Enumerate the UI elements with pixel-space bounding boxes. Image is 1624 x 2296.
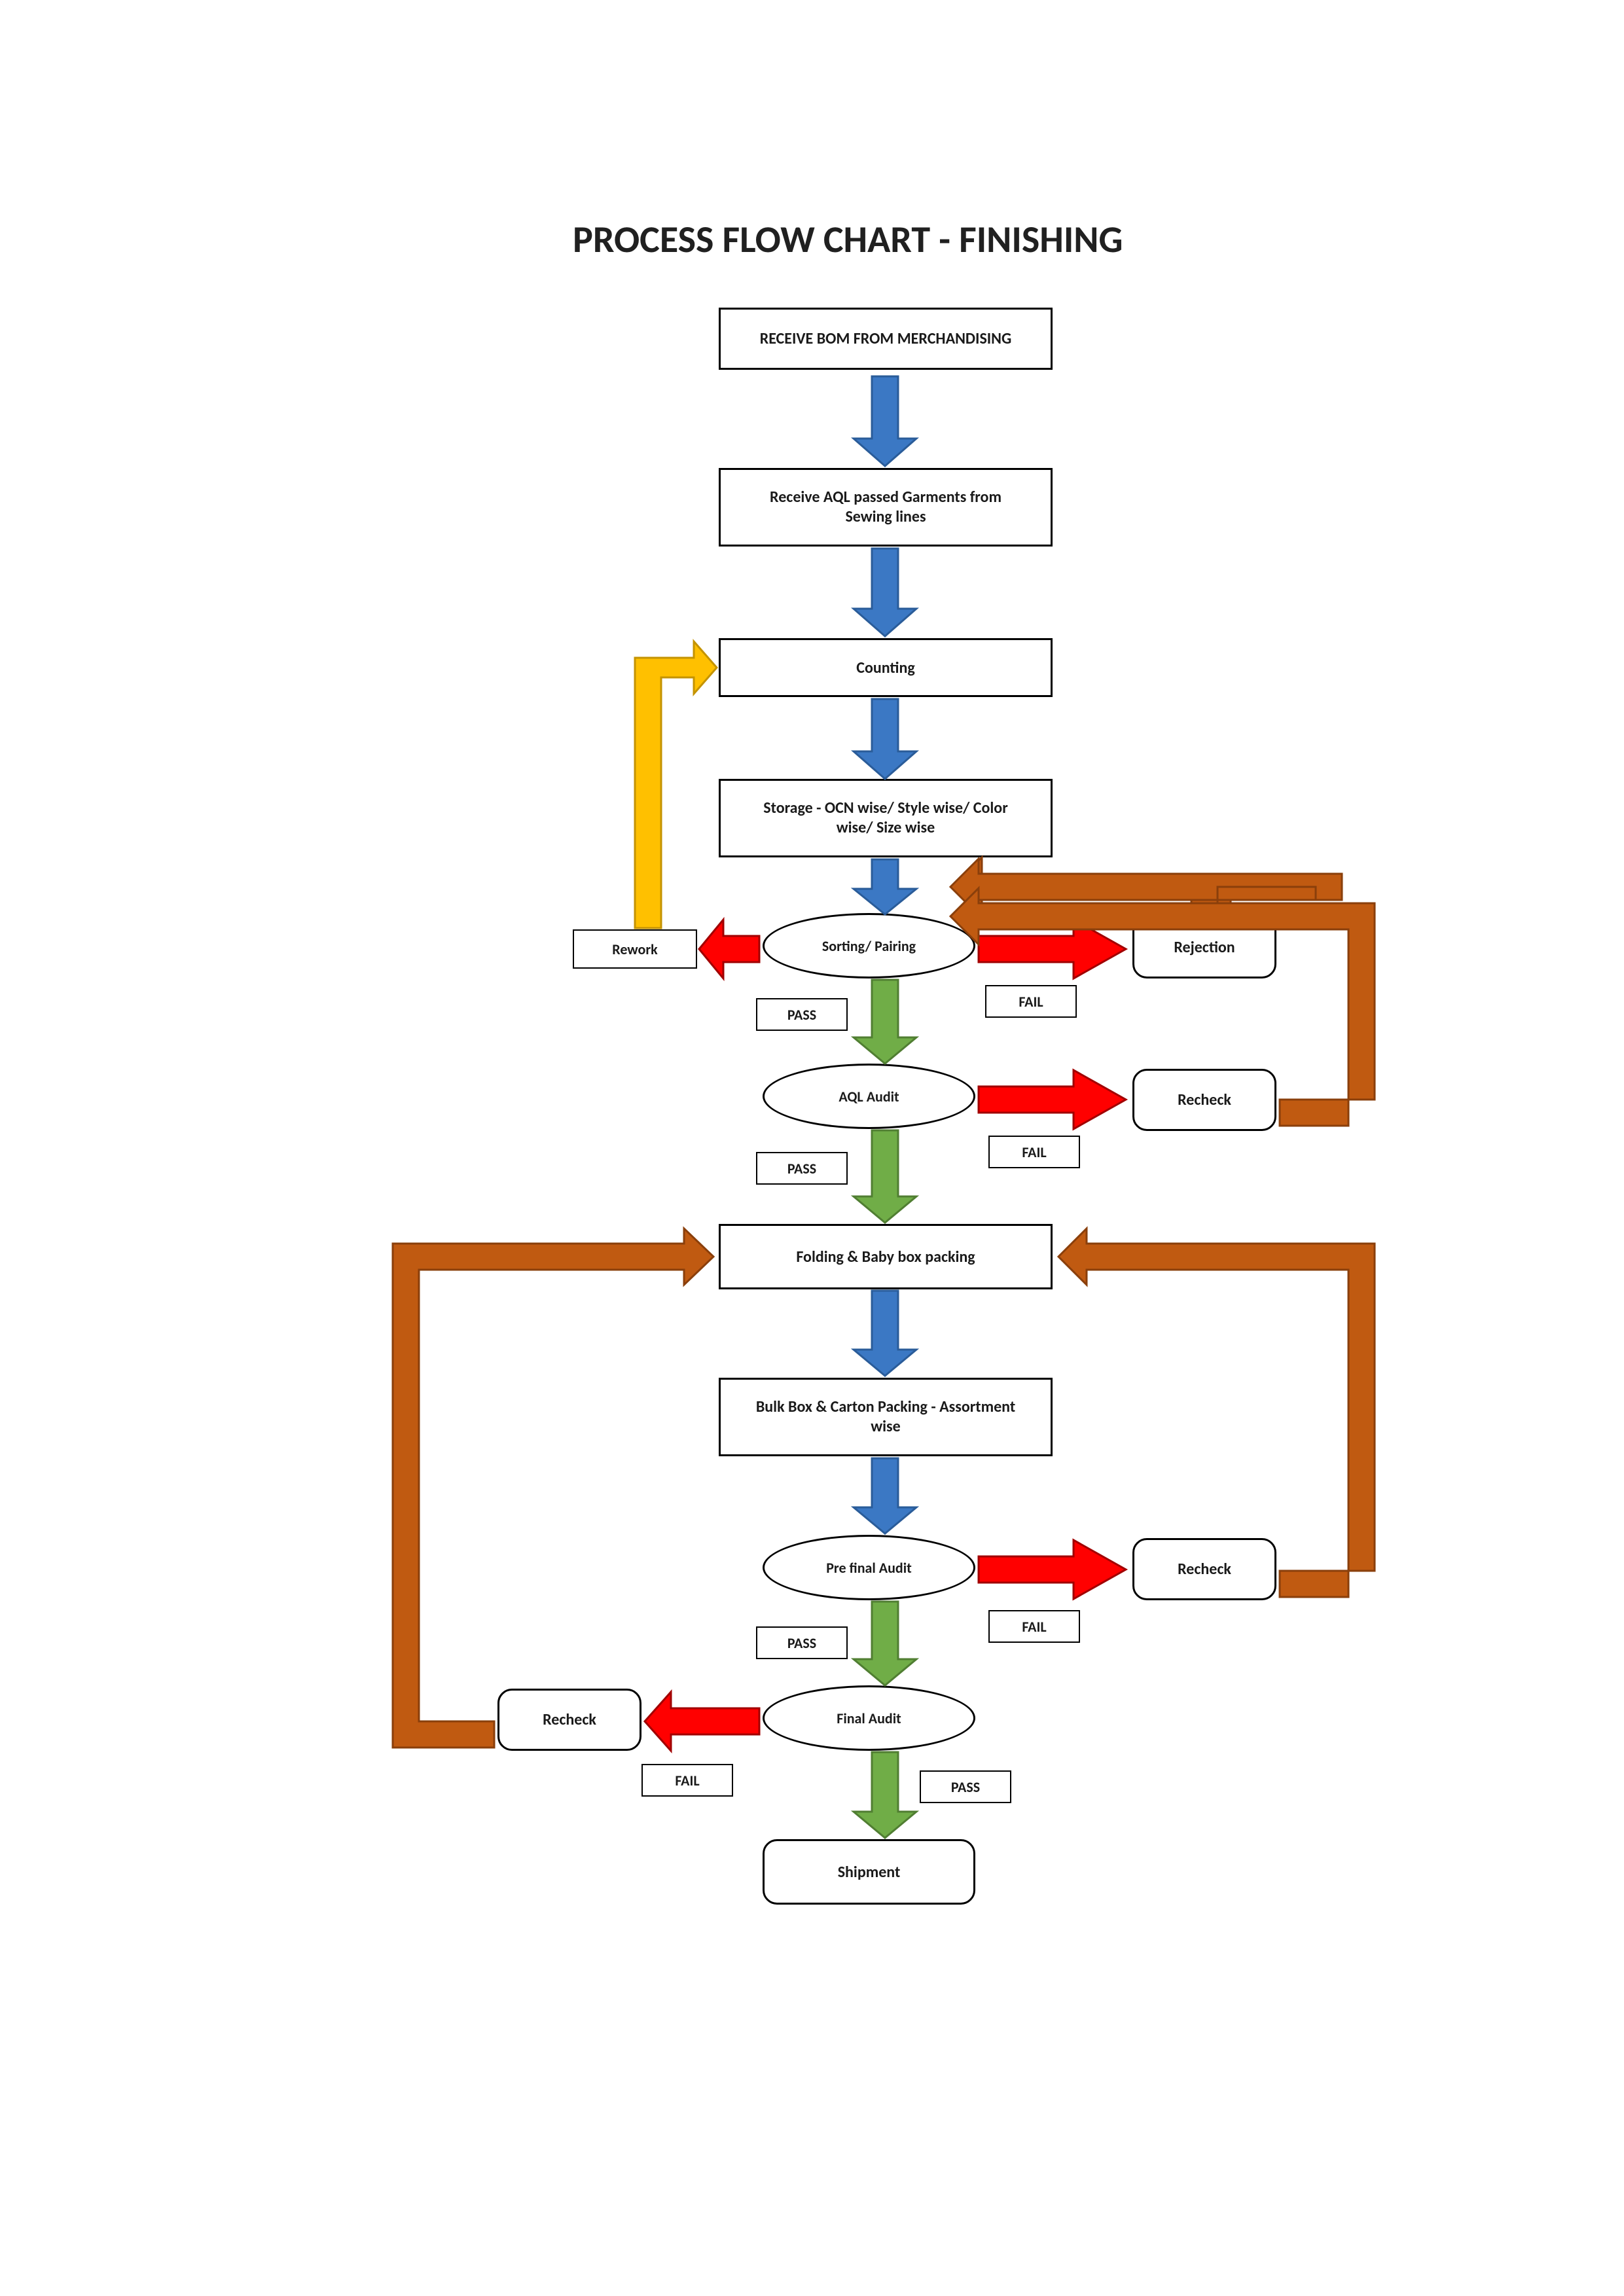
- arrow-rejection-loop-top: [941, 849, 1342, 915]
- arrows-layer-2: [0, 0, 1624, 2296]
- page: PROCESS FLOW CHART - FINISHING RECEIVE B…: [0, 0, 1624, 2296]
